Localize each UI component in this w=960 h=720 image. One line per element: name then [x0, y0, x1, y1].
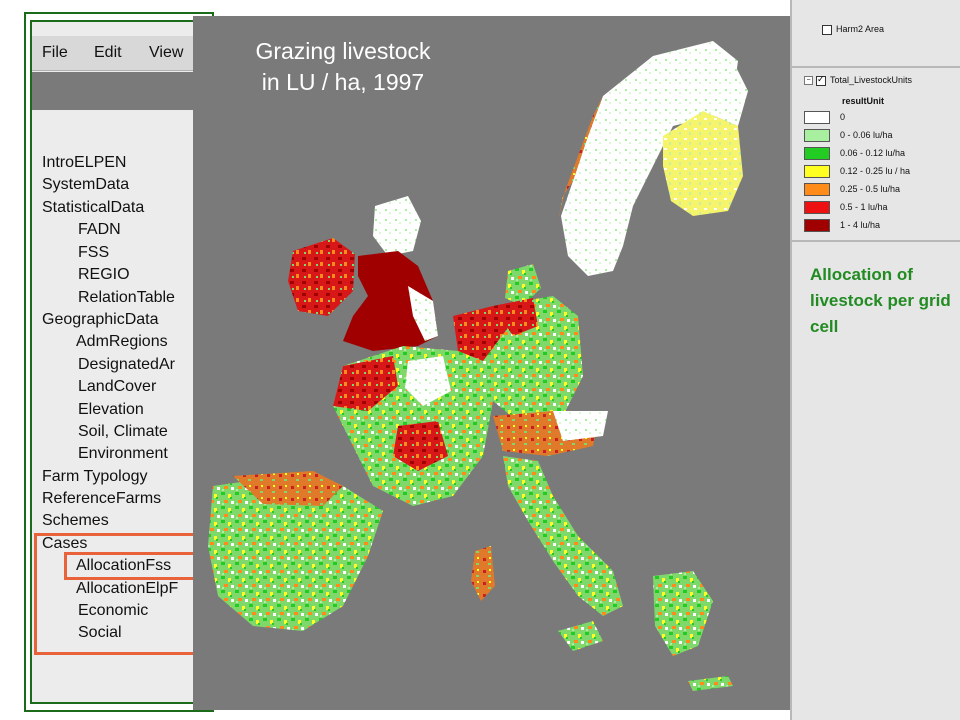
- legend-entry: 1 - 4 lu/ha: [804, 219, 880, 233]
- legend-entry: 0 - 0.06 lu/ha: [804, 129, 893, 143]
- legend-entry: 0.12 - 0.25 lu / ha: [804, 165, 910, 179]
- allocationfss-highlight-box: [64, 552, 196, 580]
- legend-swatch: [804, 129, 830, 142]
- map-region-sardinia: [471, 546, 495, 601]
- layer-row-harm2-area[interactable]: Harm2 Area: [822, 24, 884, 35]
- map-region-greece: [653, 571, 713, 656]
- layer-row-livestock[interactable]: − Total_LivestockUnits: [804, 74, 913, 86]
- tree-item-admregions[interactable]: AdmRegions: [76, 332, 168, 352]
- tree-item-farm-typology[interactable]: Farm Typology: [42, 467, 148, 487]
- layer-label-harm2-area: Harm2 Area: [836, 24, 885, 34]
- legend-swatch: [804, 183, 830, 196]
- legend-entry: 0.5 - 1 lu/ha: [804, 201, 888, 215]
- legend-entry: 0.06 - 0.12 lu/ha: [804, 147, 905, 161]
- map-region-italy: [503, 456, 623, 616]
- legend-swatch: [804, 111, 830, 124]
- checked-checkbox-icon[interactable]: [816, 74, 826, 86]
- legend-entry-label: 0.06 - 0.12 lu/ha: [840, 147, 906, 158]
- collapse-icon[interactable]: −: [804, 76, 813, 86]
- legend-entry-label: 0.12 - 0.25 lu / ha: [840, 165, 911, 176]
- menu-edit[interactable]: Edit: [94, 44, 122, 62]
- map-region-sicily: [558, 621, 603, 651]
- legend-entry-label: 0.25 - 0.5 lu/ha: [840, 183, 901, 194]
- map-caption: Allocation of livestock per grid cell: [810, 265, 951, 336]
- tree-item-fss[interactable]: FSS: [78, 243, 109, 263]
- tree-item-schemes[interactable]: Schemes: [42, 511, 109, 531]
- checkbox-icon[interactable]: [822, 24, 832, 35]
- menu-bar: File Edit View: [32, 36, 202, 71]
- legend-swatch: [804, 219, 830, 232]
- tree-item-landcover[interactable]: LandCover: [78, 377, 156, 397]
- map-title-line-1: Grazing livestock: [255, 38, 431, 64]
- tree-item-fadn[interactable]: FADN: [78, 220, 121, 240]
- map-region-crete: [688, 676, 733, 691]
- tree-item-designatedareas[interactable]: DesignatedAr: [78, 355, 175, 375]
- tree-item-relationtable[interactable]: RelationTable: [78, 288, 175, 308]
- map-region-scotland: [373, 196, 421, 256]
- toolbar-strip: [32, 72, 202, 110]
- legend-panel: Harm2 Area − Total_LivestockUnits resultU…: [790, 0, 960, 720]
- menu-view[interactable]: View: [149, 44, 183, 62]
- legend-entry-label: 0: [840, 111, 846, 122]
- map-region-finland: [663, 111, 743, 216]
- legend-swatch: [804, 201, 830, 214]
- tree-item-referencefarms[interactable]: ReferenceFarms: [42, 489, 161, 509]
- layer-label-livestock: Total_LivestockUnits: [830, 75, 913, 85]
- europe-livestock-map: [208, 41, 748, 691]
- legend-entry-label: 0 - 0.06 lu/ha: [840, 129, 893, 140]
- tree-item-environment[interactable]: Environment: [78, 444, 168, 464]
- tree-item-statisticaldata[interactable]: StatisticalData: [42, 198, 144, 218]
- legend-divider: [792, 240, 960, 242]
- tree-item-geographicdata[interactable]: GeographicData: [42, 310, 159, 330]
- menu-file[interactable]: File: [42, 44, 68, 62]
- legend-swatch: [804, 165, 830, 178]
- legend-entry-label: 0.5 - 1 lu/ha: [840, 201, 888, 212]
- legend-divider: [792, 66, 960, 68]
- legend-unit-label: resultUnit: [842, 96, 885, 106]
- legend-swatch: [804, 147, 830, 160]
- map-title-line-2: in LU / ha, 1997: [261, 69, 425, 95]
- legend-entry: 0.25 - 0.5 lu/ha: [804, 183, 900, 197]
- map-panel[interactable]: Grazing livestock in LU / ha, 1997: [193, 16, 790, 710]
- legend-entry-label: 1 - 4 lu/ha: [840, 219, 881, 230]
- tree-item-regio[interactable]: REGIO: [78, 265, 130, 285]
- map-region-ireland: [288, 238, 355, 316]
- tree-item-elevation[interactable]: Elevation: [78, 400, 144, 420]
- tree-item-systemdata[interactable]: SystemData: [42, 175, 129, 195]
- tree-item-introelpen[interactable]: IntroELPEN: [42, 153, 126, 173]
- legend-entry: 0: [804, 111, 845, 125]
- tree-item-soil-climate[interactable]: Soil, Climate: [78, 422, 168, 442]
- map-title: Grazing livestock in LU / ha, 1997: [233, 36, 453, 98]
